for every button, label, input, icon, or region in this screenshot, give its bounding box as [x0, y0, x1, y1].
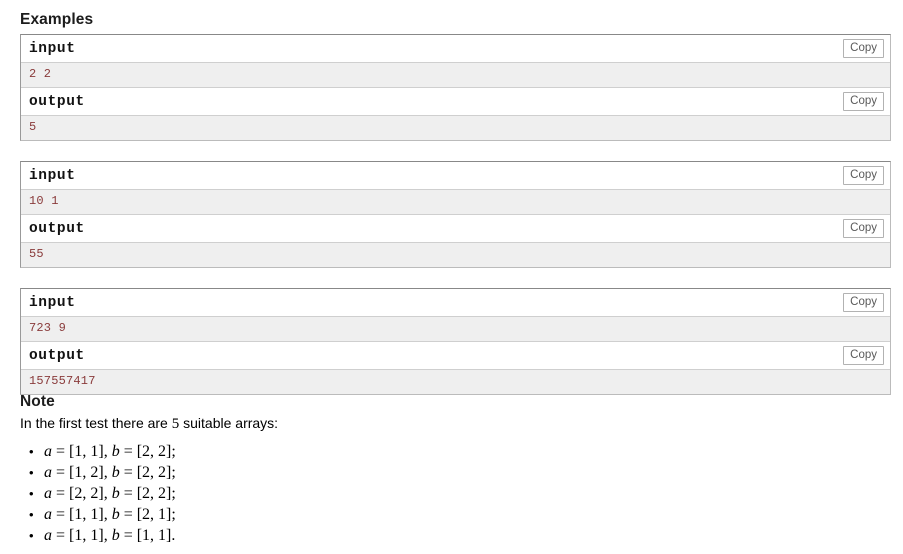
sample-test-1: input Copy 2 2 output Copy 5 — [20, 34, 891, 141]
variable-a: a — [44, 506, 52, 523]
output-value: 5 — [29, 120, 37, 134]
list-item: a = [1, 1], b = [1, 1]. — [20, 525, 891, 546]
input-label: input — [29, 40, 76, 57]
copy-output-button-2[interactable]: Copy — [843, 219, 884, 238]
equals-sign: = — [52, 527, 70, 544]
note-heading: Note — [20, 393, 55, 410]
variable-b: b — [111, 443, 120, 460]
sample-test-2-output-data[interactable]: 55 — [21, 243, 890, 267]
terminator: ; — [171, 464, 176, 481]
problem-statement-page: Examples input Copy 2 2 output Copy 5 in… — [0, 0, 903, 554]
terminator: . — [171, 527, 176, 544]
copy-input-button-1[interactable]: Copy — [843, 39, 884, 58]
input-value: 10 1 — [29, 194, 59, 208]
array-a-value: [2, 2] — [69, 485, 104, 502]
variable-b: b — [111, 464, 120, 481]
input-value: 723 9 — [29, 321, 67, 335]
separator: , — [103, 485, 112, 502]
list-item: a = [1, 2], b = [2, 2]; — [20, 462, 891, 483]
note-array-list: a = [1, 1], b = [2, 2]; a = [1, 2], b = … — [20, 441, 891, 546]
note-intro-before: In the first test there are — [20, 415, 172, 431]
array-a-value: [1, 1] — [69, 527, 104, 544]
list-item: a = [1, 1], b = [2, 1]; — [20, 504, 891, 525]
list-item: a = [2, 2], b = [2, 2]; — [20, 483, 891, 504]
separator: , — [103, 527, 112, 544]
array-a-value: [1, 1] — [69, 443, 104, 460]
separator: , — [103, 443, 112, 460]
sample-test-3-output-data[interactable]: 157557417 — [21, 370, 890, 394]
variable-a: a — [44, 485, 52, 502]
examples-heading: Examples — [20, 11, 94, 28]
variable-a: a — [44, 527, 52, 544]
copy-input-button-2[interactable]: Copy — [843, 166, 884, 185]
output-label: output — [29, 220, 85, 237]
input-label: input — [29, 294, 76, 311]
note-intro-text: In the first test there are 5 suitable a… — [20, 414, 891, 434]
sample-test-3-input-header: input Copy — [21, 289, 890, 317]
sample-test-3-output-header: output Copy — [21, 342, 890, 370]
array-b-value: [2, 2] — [136, 485, 172, 502]
sample-test-1-output-header: output Copy — [21, 88, 890, 116]
output-label: output — [29, 93, 85, 110]
sample-test-3: input Copy 723 9 output Copy 157557417 — [20, 288, 891, 395]
sample-test-1-input-data[interactable]: 2 2 — [21, 63, 890, 88]
equals-sign: = — [52, 506, 70, 523]
variable-b: b — [111, 506, 120, 523]
equals-sign: = — [119, 506, 137, 523]
equals-sign: = — [52, 485, 70, 502]
input-label: input — [29, 167, 76, 184]
separator: , — [103, 506, 112, 523]
equals-sign: = — [119, 464, 137, 481]
sample-test-2-output-header: output Copy — [21, 215, 890, 243]
copy-output-button-1[interactable]: Copy — [843, 92, 884, 111]
array-b-value: [2, 1] — [136, 506, 172, 523]
copy-output-button-3[interactable]: Copy — [843, 346, 884, 365]
math-expression: a = [1, 1], b = [2, 1]; — [44, 506, 176, 523]
sample-test-2-input-data[interactable]: 10 1 — [21, 190, 890, 215]
array-b-value: [2, 2] — [136, 464, 172, 481]
input-value: 2 2 — [29, 67, 52, 81]
list-item: a = [1, 1], b = [2, 2]; — [20, 441, 891, 462]
output-label: output — [29, 347, 85, 364]
equals-sign: = — [119, 485, 137, 502]
array-b-value: [1, 1] — [136, 527, 172, 544]
equals-sign: = — [119, 527, 137, 544]
terminator: ; — [171, 443, 176, 460]
equals-sign: = — [119, 443, 137, 460]
variable-b: b — [111, 527, 120, 544]
math-expression: a = [2, 2], b = [2, 2]; — [44, 485, 176, 502]
output-value: 55 — [29, 247, 44, 261]
equals-sign: = — [52, 464, 70, 481]
variable-a: a — [44, 464, 52, 481]
array-b-value: [2, 2] — [136, 443, 172, 460]
copy-input-button-3[interactable]: Copy — [843, 293, 884, 312]
sample-test-1-input-header: input Copy — [21, 35, 890, 63]
math-expression: a = [1, 1], b = [2, 2]; — [44, 443, 176, 460]
variable-a: a — [44, 443, 52, 460]
array-a-value: [1, 2] — [69, 464, 104, 481]
math-expression: a = [1, 2], b = [2, 2]; — [44, 464, 176, 481]
terminator: ; — [171, 506, 176, 523]
examples-section: Examples input Copy 2 2 output Copy 5 in… — [20, 12, 891, 415]
equals-sign: = — [52, 443, 70, 460]
note-intro-after: suitable arrays: — [179, 415, 279, 431]
sample-test-3-input-data[interactable]: 723 9 — [21, 317, 890, 342]
sample-test-2-input-header: input Copy — [21, 162, 890, 190]
sample-test-1-output-data[interactable]: 5 — [21, 116, 890, 140]
array-a-value: [1, 1] — [69, 506, 104, 523]
variable-b: b — [111, 485, 120, 502]
math-expression: a = [1, 1], b = [1, 1]. — [44, 527, 175, 544]
output-value: 157557417 — [29, 374, 96, 388]
terminator: ; — [171, 485, 176, 502]
separator: , — [103, 464, 112, 481]
sample-test-2: input Copy 10 1 output Copy 55 — [20, 161, 891, 268]
note-section: Note In the first test there are 5 suita… — [20, 393, 891, 546]
